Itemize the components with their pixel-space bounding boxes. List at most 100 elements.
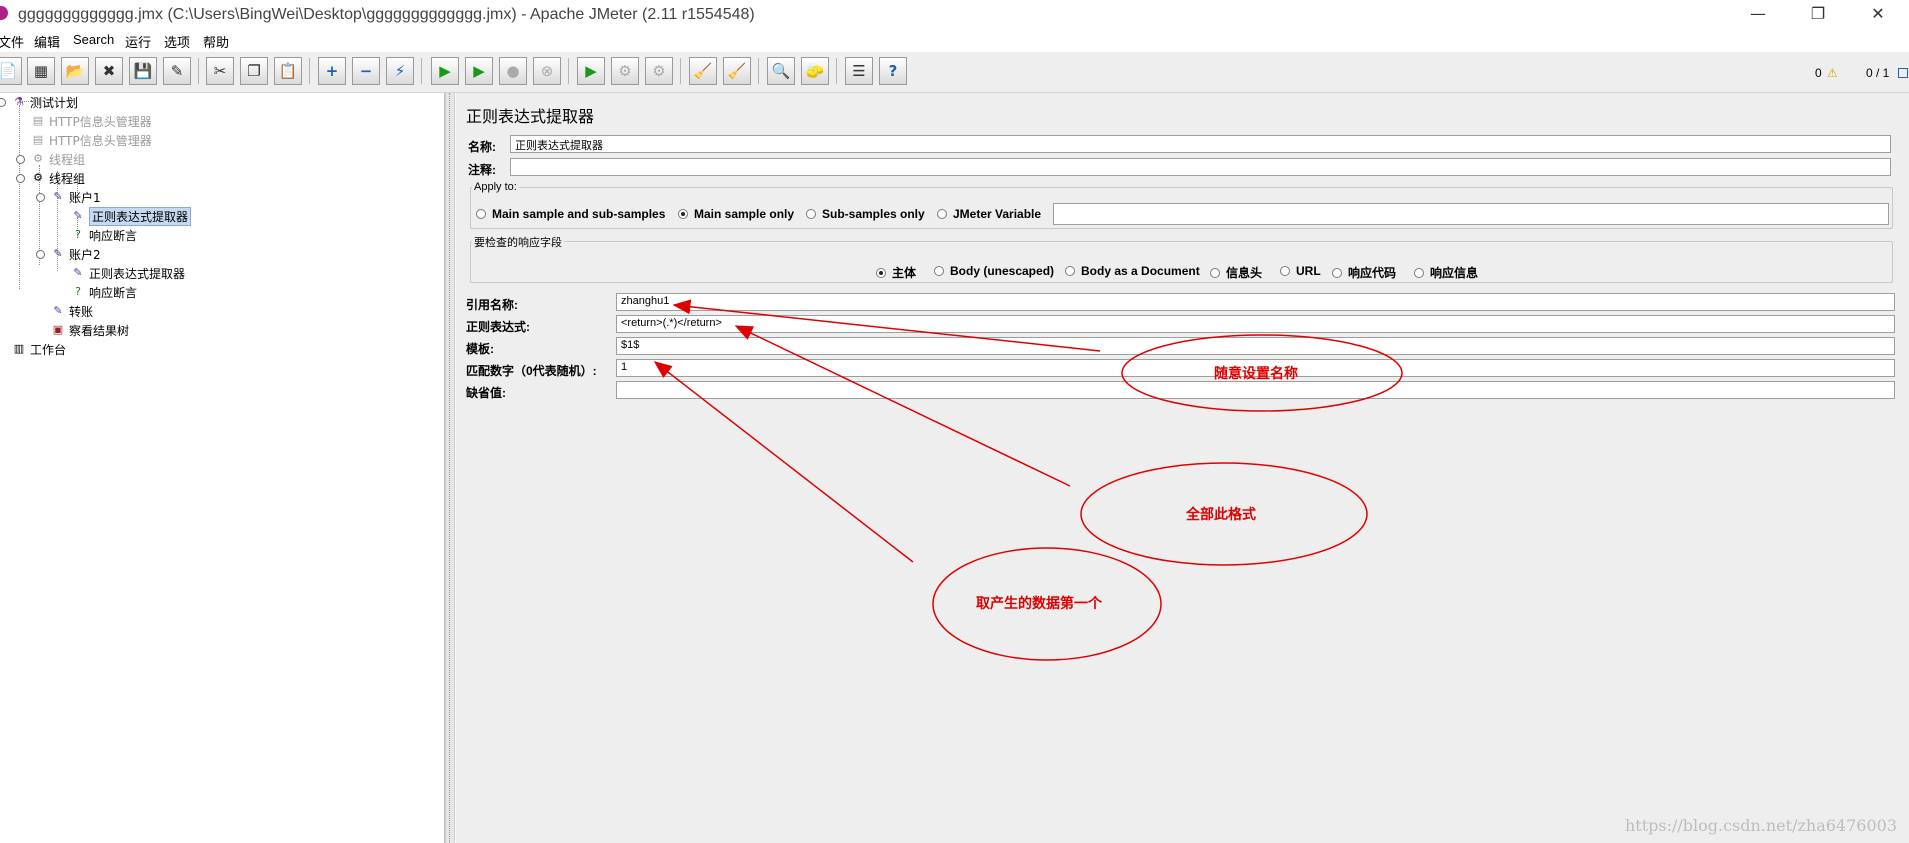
clear-all-icon[interactable]: 🧹 [723, 57, 751, 85]
close-file-icon[interactable]: ✖ [95, 57, 123, 85]
tree-node-sampler-account1[interactable]: ✎ 账户1 [51, 188, 101, 206]
jmeter-variable-input[interactable] [1053, 203, 1889, 225]
field-body-unescaped-radio[interactable]: Body (unescaped) [934, 264, 1054, 278]
toggle-icon[interactable]: ⚡ [386, 57, 414, 85]
minimize-button[interactable]: — [1738, 4, 1778, 26]
collapse-icon[interactable]: − [352, 57, 380, 85]
open-icon[interactable]: 📂 [61, 57, 89, 85]
templates-icon[interactable]: ▦ [27, 57, 55, 85]
function-helper-icon[interactable]: ☰ [845, 57, 873, 85]
remote-stop-icon[interactable]: ⚙ [611, 57, 639, 85]
flask-icon: ⚗ [14, 95, 24, 108]
reference-name-input[interactable]: zhanghu1 [616, 293, 1895, 311]
tree-node-sampler-transfer[interactable]: ✎ 转账 [51, 302, 93, 320]
field-url-radio[interactable]: URL [1280, 264, 1321, 278]
shutdown-icon[interactable]: ⊗ [533, 57, 561, 85]
tree-expander[interactable] [16, 155, 25, 164]
field-headers-radio[interactable]: 信息头 [1210, 264, 1262, 281]
tree-node-label: 账户2 [69, 247, 101, 262]
toolbar-separator [836, 58, 837, 84]
pipette-icon: ✎ [53, 304, 63, 317]
start-icon[interactable]: ▶ [431, 57, 459, 85]
tree-node-regex-extractor[interactable]: ✎ 正则表达式提取器 [71, 206, 192, 226]
template-input[interactable]: $1$ [616, 337, 1895, 355]
default-value-input[interactable] [616, 381, 1895, 399]
tree-node-label: 工作台 [30, 342, 67, 357]
field-response-code-radio[interactable]: 响应代码 [1332, 264, 1396, 281]
field-body-radio[interactable]: 主体 [876, 264, 916, 281]
tree-node-label: 账户1 [69, 190, 101, 205]
tree-node-label: 测试计划 [30, 95, 79, 110]
toolbar: 📄 ▦ 📂 ✖ 💾 ✎ ✂ ❐ 📋 + − ⚡ ▶ ▶ ● ⊗ ▶ ⚙ ⚙ 🧹 … [0, 52, 1909, 93]
regex-input[interactable]: <return>(.*)</return> [616, 315, 1895, 333]
tree-node-test-plan[interactable]: ⚗ 测试计划 [12, 93, 78, 111]
panel-splitter[interactable] [445, 93, 455, 843]
tree-node-workbench[interactable]: ▥ 工作台 [12, 340, 66, 358]
tree-node-thread-group[interactable]: ⚙ 线程组 [31, 150, 85, 168]
cut-icon[interactable]: ✂ [206, 57, 234, 85]
tree-node-http-header-manager[interactable]: ▤ HTTP信息头管理器 [31, 112, 152, 130]
tree-node-label: 转账 [69, 304, 94, 319]
reset-search-icon[interactable]: 🧽 [801, 57, 829, 85]
start-no-timers-icon[interactable]: ▶ [465, 57, 493, 85]
toolbar-separator [568, 58, 569, 84]
save-icon[interactable]: 💾 [129, 57, 157, 85]
tree-node-label: HTTP信息头管理器 [49, 133, 152, 148]
tree-expander[interactable] [0, 98, 6, 107]
copy-icon[interactable]: ❐ [240, 57, 268, 85]
new-icon[interactable]: 📄 [0, 57, 22, 85]
regex-label: 正则表达式: [466, 320, 530, 334]
extractor-icon: ✎ [73, 209, 83, 222]
pipette-icon: ✎ [53, 247, 63, 260]
field-to-check-title: 要检查的响应字段 [472, 234, 564, 250]
toolbar-separator [421, 58, 422, 84]
toolbar-separator [680, 58, 681, 84]
tree-node-view-results-tree[interactable]: ▣ 察看结果树 [51, 321, 129, 339]
help-icon[interactable]: ? [879, 57, 907, 85]
tree-node-label: 察看结果树 [69, 323, 130, 338]
search-icon[interactable]: 🔍 [767, 57, 795, 85]
menu-options[interactable]: 选项 [164, 32, 190, 51]
apply-main-only-radio[interactable]: Main sample only [678, 207, 794, 221]
tree-node-response-assertion[interactable]: ? 响应断言 [71, 283, 137, 301]
toolbar-separator [309, 58, 310, 84]
remote-shutdown-icon[interactable]: ⚙ [645, 57, 673, 85]
apply-jmeter-variable-radio[interactable]: JMeter Variable [937, 207, 1041, 221]
field-body-document-radio[interactable]: Body as a Document [1065, 264, 1200, 278]
menu-run[interactable]: 运行 [125, 32, 151, 51]
stop-icon[interactable]: ● [499, 57, 527, 85]
restore-button[interactable]: ❐ [1798, 4, 1838, 26]
close-button[interactable]: ✕ [1858, 4, 1898, 26]
title-bar: ggggggggggggg.jmx (C:\Users\BingWei\Desk… [0, 0, 1909, 30]
menu-edit[interactable]: 编辑 [34, 32, 60, 51]
tree-node-sampler-account2[interactable]: ✎ 账户2 [51, 245, 101, 263]
regex-extractor-panel: 正则表达式提取器 名称: 正则表达式提取器 注释: Apply to: Main… [456, 93, 1909, 843]
default-value-label: 缺省值: [466, 386, 506, 400]
menu-search[interactable]: Search [73, 32, 114, 47]
remote-start-icon[interactable]: ▶ [577, 57, 605, 85]
tree-node-regex-extractor[interactable]: ✎ 正则表达式提取器 [71, 264, 185, 282]
tree-node-response-assertion[interactable]: ? 响应断言 [71, 226, 137, 244]
tree-node-thread-group[interactable]: ⚙ 线程组 [31, 169, 85, 187]
tree-node-label: 响应断言 [89, 228, 138, 243]
match-number-input[interactable]: 1 [616, 359, 1895, 377]
name-input[interactable]: 正则表达式提取器 [510, 135, 1891, 153]
window-title: ggggggggggggg.jmx (C:\Users\BingWei\Desk… [18, 6, 755, 23]
paste-icon[interactable]: 📋 [274, 57, 302, 85]
save-as-icon[interactable]: ✎ [163, 57, 191, 85]
clear-icon[interactable]: 🧹 [689, 57, 717, 85]
toolbar-separator [758, 58, 759, 84]
field-response-message-radio[interactable]: 响应信息 [1414, 264, 1478, 281]
apply-main-and-sub-radio[interactable]: Main sample and sub-samples [476, 207, 665, 221]
menu-help[interactable]: 帮助 [203, 32, 229, 51]
tree-expander[interactable] [16, 174, 25, 183]
tree-expander[interactable] [36, 250, 45, 259]
menu-file[interactable]: 文件 [0, 32, 24, 51]
results-tree-icon: ▣ [52, 323, 64, 336]
expand-icon[interactable]: + [318, 57, 346, 85]
comment-input[interactable] [510, 158, 1891, 176]
tree-node-http-header-manager[interactable]: ▤ HTTP信息头管理器 [31, 131, 152, 149]
thread-group-icon: ⚙ [33, 152, 43, 165]
tree-expander[interactable] [36, 193, 45, 202]
apply-sub-only-radio[interactable]: Sub-samples only [806, 207, 925, 221]
